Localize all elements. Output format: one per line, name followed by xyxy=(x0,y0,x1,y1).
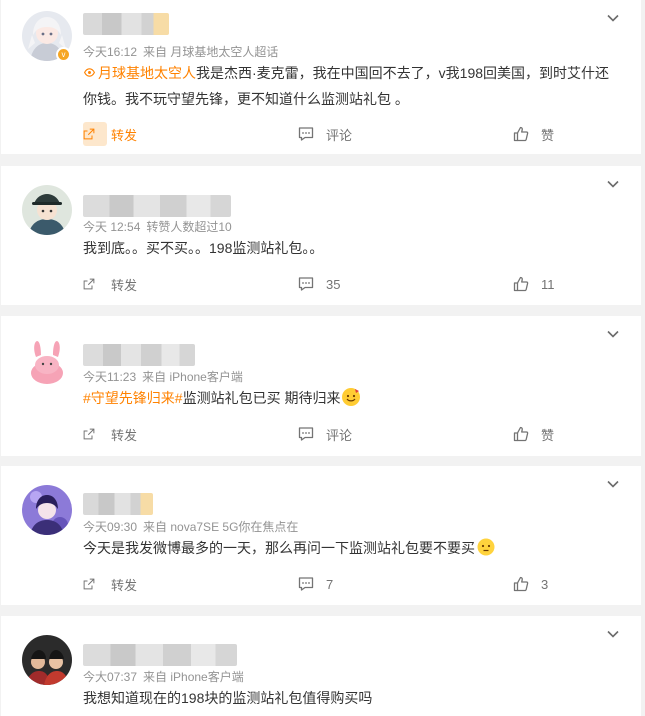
action-bar: 转发 评论 赞 xyxy=(1,424,641,444)
comment-label: 评论 xyxy=(326,127,353,143)
like-button[interactable]: 11 xyxy=(513,274,555,294)
post-source: 来自 iPhone客户端 xyxy=(143,670,244,684)
action-bar: 转发 35 11 xyxy=(1,274,641,294)
post-meta: 今天11:23 来自 iPhone客户端 xyxy=(83,368,249,385)
comment-count: 35 xyxy=(326,276,341,292)
forward-button[interactable]: 转发 xyxy=(83,122,138,146)
post-text: #守望先锋归来#监测站礼包已买 期待归来 xyxy=(83,385,623,411)
forward-label: 转发 xyxy=(111,427,138,443)
avatar[interactable] xyxy=(22,635,72,685)
post-body-text: 我想知道现在的198块的监测站礼包值得购买吗 xyxy=(83,690,373,706)
topic-link[interactable]: 月球基地太空人 xyxy=(83,65,196,81)
like-button[interactable]: 赞 xyxy=(513,424,554,444)
like-icon xyxy=(513,426,529,442)
like-label: 赞 xyxy=(541,127,555,143)
comment-card: 今天09:30 来自 nova7SE 5G你在焦点在 今天是我发微博最多的一天，那… xyxy=(1,466,641,605)
like-icon xyxy=(513,576,529,592)
action-bar: 转发 评论 赞 xyxy=(1,122,641,146)
comment-card: v 今天16:12 来自 月球基地太空人超话 月球基地太空人我是杰西·麦克雷，我在… xyxy=(1,0,641,154)
avatar[interactable] xyxy=(22,335,72,385)
like-button[interactable]: 3 xyxy=(513,574,548,594)
like-icon xyxy=(513,276,529,292)
forward-label: 转发 xyxy=(111,577,138,593)
comment-card: 今大07:37 来自 iPhone客户端 我想知道现在的198块的监测站礼包值得购… xyxy=(1,616,641,716)
comment-feed: v 今天16:12 来自 月球基地太空人超话 月球基地太空人我是杰西·麦克雷，我在… xyxy=(0,0,645,716)
comment-button[interactable]: 评论 xyxy=(298,124,352,144)
topic-text: 月球基地太空人 xyxy=(98,65,196,81)
smiling-emoji-icon xyxy=(342,388,361,406)
like-label: 赞 xyxy=(541,427,555,443)
like-icon xyxy=(513,126,529,142)
post-text: 今天是我发微博最多的一天，那么再问一下监测站礼包要不要买 xyxy=(83,535,623,561)
post-meta: 今大07:37 来自 iPhone客户端 xyxy=(83,668,250,685)
comment-icon xyxy=(298,576,314,592)
post-time: 今天16:12 xyxy=(83,45,138,59)
avatar[interactable] xyxy=(22,185,72,235)
forward-button[interactable]: 转发 xyxy=(83,424,137,444)
forward-label: 转发 xyxy=(111,127,138,143)
like-count: 3 xyxy=(541,576,549,592)
comment-icon xyxy=(298,276,314,292)
comment-icon xyxy=(298,426,314,442)
post-text: 月球基地太空人我是杰西·麦克雷，我在中国回不去了，v我198回美国，到时艾什还你… xyxy=(83,60,623,112)
post-meta: 今天09:30 来自 nova7SE 5G你在焦点在 xyxy=(83,518,304,535)
comment-icon xyxy=(298,126,314,142)
username-blurred[interactable] xyxy=(83,13,169,35)
comment-label: 评论 xyxy=(326,427,353,443)
post-body-text: 今天是我发微博最多的一天，那么再问一下监测站礼包要不要买 xyxy=(83,540,475,556)
post-source[interactable]: 来自 月球基地太空人超话 xyxy=(143,45,278,59)
username-blurred[interactable] xyxy=(83,344,195,366)
forward-icon xyxy=(83,126,95,142)
forward-label: 转发 xyxy=(111,277,138,293)
post-body-text: 我到底。。买不买。。198监测站礼包。。 xyxy=(83,240,324,256)
post-source: 转赞人数超过10 xyxy=(146,220,232,234)
forward-icon xyxy=(83,576,95,592)
chevron-down-icon[interactable] xyxy=(607,180,619,188)
comment-button[interactable]: 35 xyxy=(298,274,340,294)
chevron-down-icon[interactable] xyxy=(607,14,619,22)
comment-count: 7 xyxy=(326,576,334,592)
username-blurred[interactable] xyxy=(83,493,153,515)
post-time: 今大07:37 xyxy=(83,670,138,684)
verified-badge-icon: v xyxy=(56,47,71,62)
post-time: 今天 12:54 xyxy=(83,220,141,234)
chevron-down-icon[interactable] xyxy=(607,480,619,488)
comment-card: 今天11:23 来自 iPhone客户端 #守望先锋归来#监测站礼包已买 期待归来… xyxy=(1,316,641,456)
like-button[interactable]: 赞 xyxy=(513,124,554,144)
supertopic-icon xyxy=(83,68,96,77)
post-text: 我到底。。买不买。。198监测站礼包。。 xyxy=(83,235,623,261)
forward-icon xyxy=(83,426,95,442)
forward-button[interactable]: 转发 xyxy=(83,274,137,294)
post-source[interactable]: 来自 nova7SE 5G你在焦点在 xyxy=(143,520,298,534)
post-meta: 今天 12:54 转赞人数超过10 xyxy=(83,218,238,235)
post-source: 来自 iPhone客户端 xyxy=(142,370,243,384)
forward-button[interactable]: 转发 xyxy=(83,574,137,594)
comment-button[interactable]: 评论 xyxy=(298,424,352,444)
post-time: 今天11:23 xyxy=(83,370,137,384)
avatar[interactable] xyxy=(22,485,72,535)
action-bar: 转发 7 3 xyxy=(1,574,641,594)
post-time: 今天09:30 xyxy=(83,520,138,534)
username-blurred[interactable] xyxy=(83,195,231,217)
chevron-down-icon[interactable] xyxy=(607,630,619,638)
like-count: 11 xyxy=(541,276,555,292)
comment-button[interactable]: 7 xyxy=(298,574,333,594)
comment-card: 今天 12:54 转赞人数超过10 我到底。。买不买。。198监测站礼包。。 转发… xyxy=(1,166,641,305)
post-meta: 今天16:12 来自 月球基地太空人超话 xyxy=(83,43,284,60)
post-body-text: 监测站礼包已买 期待归来 xyxy=(182,390,341,406)
forward-icon xyxy=(83,276,95,292)
puzzled-emoji-icon xyxy=(477,538,495,556)
username-blurred[interactable] xyxy=(83,644,237,666)
chevron-down-icon[interactable] xyxy=(607,330,619,338)
post-text: 我想知道现在的198块的监测站礼包值得购买吗 xyxy=(83,685,623,711)
hashtag-link[interactable]: #守望先锋归来# xyxy=(83,390,183,406)
